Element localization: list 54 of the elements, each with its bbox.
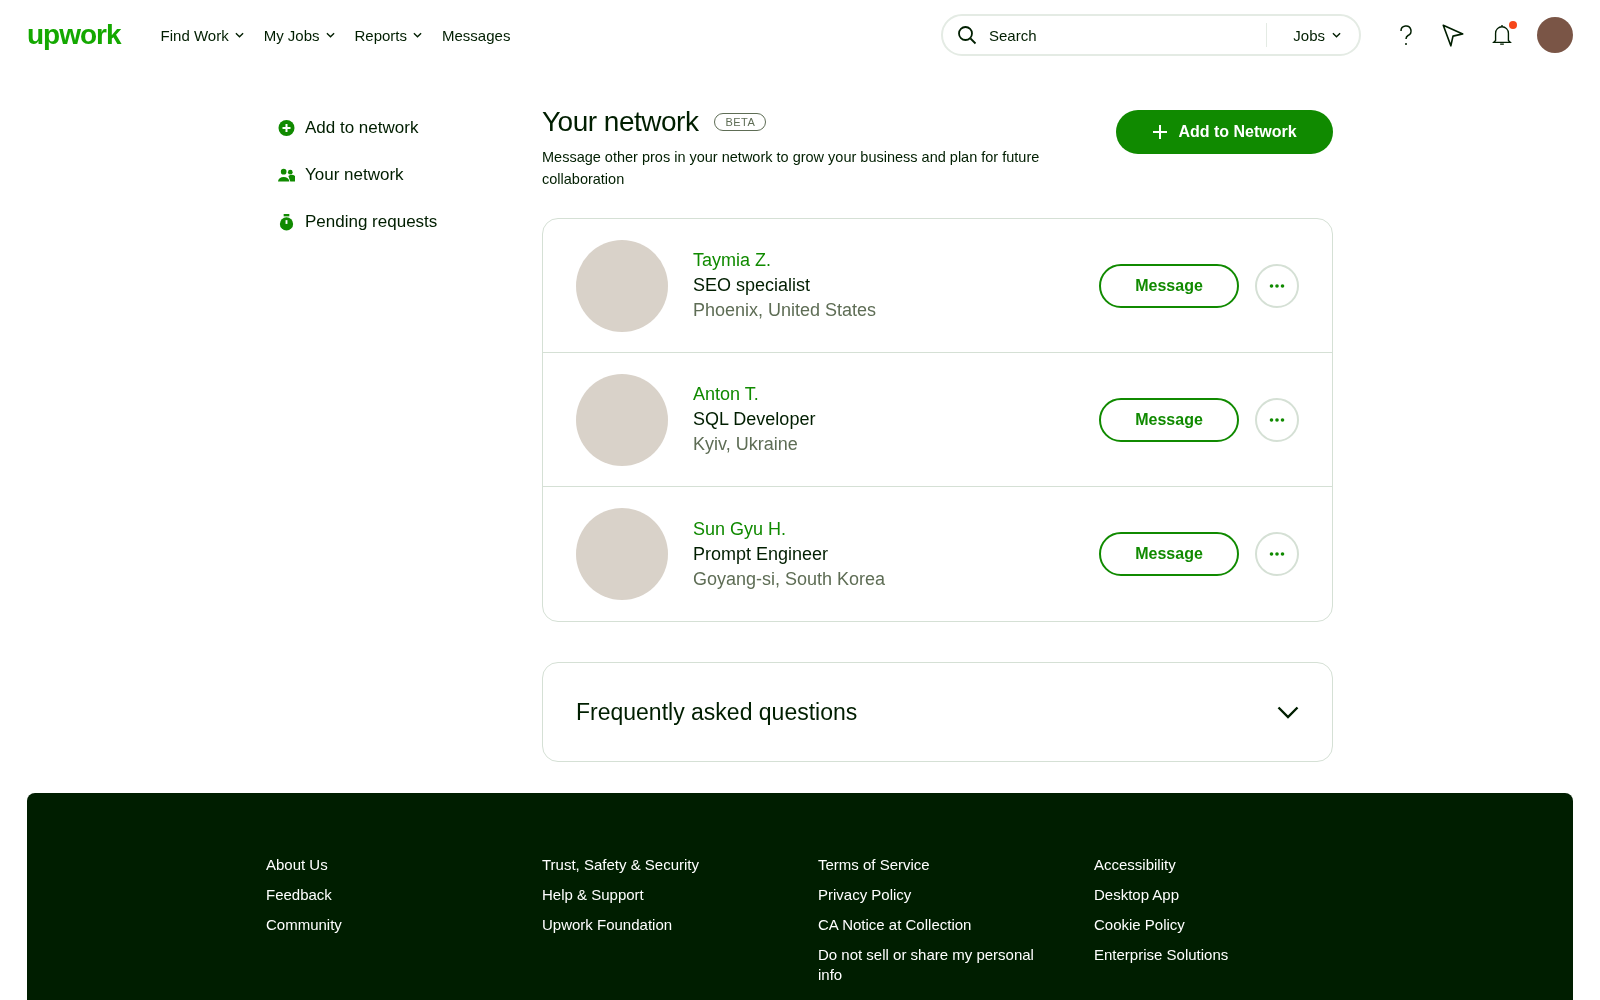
more-dots-icon [1269,283,1285,288]
chevron-down-icon [234,32,244,38]
nav-link[interactable]: Messages [442,26,511,44]
connection-name-link[interactable]: Sun Gyu H. [693,518,1099,540]
connection-location: Phoenix, United States [693,300,878,321]
message-button[interactable]: Message [1099,397,1239,442]
footer-link[interactable]: About Us [266,855,506,875]
faq-accordion[interactable]: Frequently asked questions [542,662,1333,762]
faq-title: Frequently asked questions [576,698,858,726]
footer-link[interactable]: Desktop App [1094,885,1334,905]
footer-link[interactable]: Upwork Foundation [542,915,782,935]
footer-link[interactable]: Enterprise Solutions [1094,945,1334,965]
connection-title: SEO specialist [693,275,812,296]
connection-name-link[interactable]: Anton T. [693,384,1099,405]
add-to-network-button[interactable]: Add to Network [1116,110,1333,154]
connection-location: Kyiv, Ukraine [693,434,799,455]
sidebar-item[interactable]: Pending requests [278,212,542,232]
chevron-down-icon [1332,32,1341,38]
search-icon [957,25,977,45]
sidebar-item[interactable]: Your network [278,165,542,185]
plus-icon [1152,124,1169,140]
footer-link[interactable]: Accessibility [1094,855,1334,875]
nav-link[interactable]: Find Work [160,26,244,44]
nav-link[interactable]: My Jobs [263,26,335,44]
search-field[interactable]: Search Jobs [941,14,1361,56]
footer-link[interactable]: Cookie Policy [1094,915,1334,935]
footer-link[interactable]: Privacy Policy [818,885,1058,905]
connection-name-link[interactable]: Taymia Z. [693,250,1099,271]
connection-location: Goyang-si, South Korea [693,568,887,590]
connection-title: Prompt Engineer [693,543,830,565]
footer-link[interactable]: CA Notice at Collection [818,915,1058,935]
more-dots-icon [1269,417,1285,422]
message-button[interactable]: Message [1099,532,1239,576]
footer-link[interactable]: Terms of Service [818,855,1058,875]
footer-link[interactable]: Community [266,915,506,935]
plus-circle-icon [278,120,295,136]
footer-link[interactable]: Help & Support [542,885,782,905]
chevron-icon [1277,705,1299,719]
footer-link[interactable]: Do not sell or share my personal info [818,945,1058,985]
sidebar-item[interactable]: Add to network [278,118,542,138]
footer-link[interactable]: Feedback [266,885,506,905]
nav-link[interactable]: Reports [354,26,423,44]
people-icon [278,168,295,182]
message-button[interactable]: Message [1099,263,1239,308]
chevron-down-icon [413,32,423,38]
connection-title: SQL Developer [693,409,817,430]
footer-link[interactable]: Trust, Safety & Security [542,855,782,875]
page-description: Message other pros in your network to grow your business and plan for future collaboration [542,148,1041,189]
search-scope-dropdown[interactable]: Jobs [1283,26,1345,44]
user-avatar[interactable] [1537,17,1573,53]
chevron-down-icon [325,32,335,38]
more-dots-icon [1269,552,1285,556]
page-title: Your network [542,106,699,138]
stopwatch-icon [278,213,295,231]
